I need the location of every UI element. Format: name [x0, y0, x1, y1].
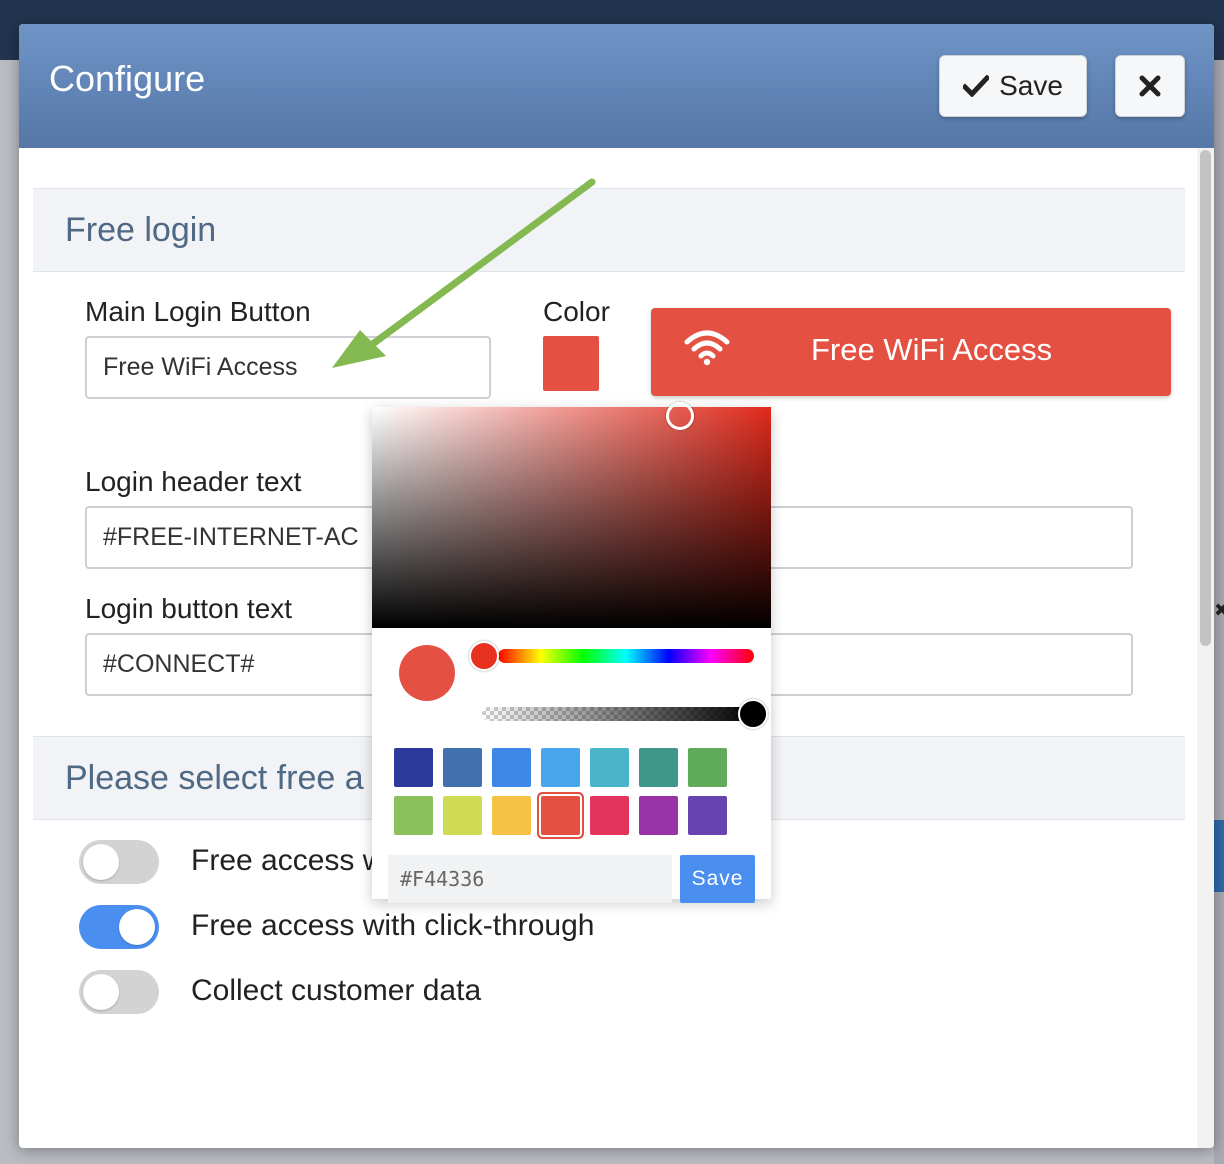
- section-title: Please select free a: [65, 759, 364, 797]
- color-swatch-option[interactable]: [394, 748, 433, 787]
- option-label: Collect customer data: [191, 974, 482, 1007]
- toggle-click-through[interactable]: [79, 905, 159, 949]
- color-swatch-option[interactable]: [541, 796, 580, 835]
- toggle-knob: [119, 909, 155, 945]
- login-button-text-label: Login button text: [85, 593, 293, 624]
- color-picker-popup: #F44336 Save: [372, 402, 771, 903]
- color-swatch-option[interactable]: [639, 748, 678, 787]
- current-color-preview: [399, 645, 455, 701]
- configure-dialog: Configure Save Free login Main Login But…: [19, 24, 1214, 1148]
- color-swatch-option[interactable]: [688, 748, 727, 787]
- close-button[interactable]: [1115, 55, 1185, 117]
- color-swatch-option[interactable]: [590, 748, 629, 787]
- opacity-slider-handle[interactable]: [738, 699, 768, 729]
- color-save-button[interactable]: Save: [680, 855, 755, 903]
- hex-color-input[interactable]: #F44336: [388, 855, 672, 903]
- hue-slider-handle[interactable]: [469, 641, 499, 671]
- check-icon: [963, 75, 990, 97]
- login-button-preview[interactable]: Free WiFi Access: [651, 308, 1171, 396]
- color-label: Color: [543, 296, 610, 327]
- main-login-button-input[interactable]: Free WiFi Access: [85, 336, 491, 399]
- opacity-slider[interactable]: [482, 707, 754, 721]
- color-swatch-option[interactable]: [394, 796, 433, 835]
- saturation-value-area[interactable]: [372, 407, 771, 628]
- wifi-icon: [684, 330, 730, 366]
- color-swatch-option[interactable]: [443, 796, 482, 835]
- login-header-text-label: Login header text: [85, 466, 302, 497]
- dialog-header: Configure Save: [19, 24, 1214, 148]
- hue-slider[interactable]: [498, 649, 754, 663]
- dialog-title: Configure: [49, 58, 206, 99]
- close-icon: [1139, 75, 1161, 97]
- option-label: Free access with click-through: [191, 909, 595, 942]
- background-close-icon: ✖: [1214, 600, 1224, 620]
- toggle-collect-data[interactable]: [79, 970, 159, 1014]
- background-page-edge-accent: [1214, 820, 1224, 892]
- color-swatch-option[interactable]: [590, 796, 629, 835]
- main-login-button-label: Main Login Button: [85, 296, 311, 327]
- save-button-label: Save: [999, 70, 1063, 101]
- color-swatch-option[interactable]: [639, 796, 678, 835]
- color-swatch-option[interactable]: [688, 796, 727, 835]
- toggle-knob: [83, 974, 119, 1010]
- color-swatch-option[interactable]: [541, 748, 580, 787]
- section-title: Free login: [65, 211, 217, 249]
- option-label: Free access w: [191, 844, 385, 877]
- scrollbar-thumb[interactable]: [1200, 150, 1211, 646]
- preview-button-label: Free WiFi Access: [811, 332, 1053, 367]
- color-swatch-option[interactable]: [443, 748, 482, 787]
- color-swatch-option[interactable]: [492, 748, 531, 787]
- color-swatch-option[interactable]: [492, 796, 531, 835]
- toggle-free-access-1[interactable]: [79, 840, 159, 884]
- saturation-handle[interactable]: [666, 402, 694, 430]
- section-free-login: Free login: [33, 188, 1185, 272]
- toggle-knob: [83, 844, 119, 880]
- save-button[interactable]: Save: [939, 55, 1087, 117]
- color-swatch[interactable]: [543, 336, 599, 391]
